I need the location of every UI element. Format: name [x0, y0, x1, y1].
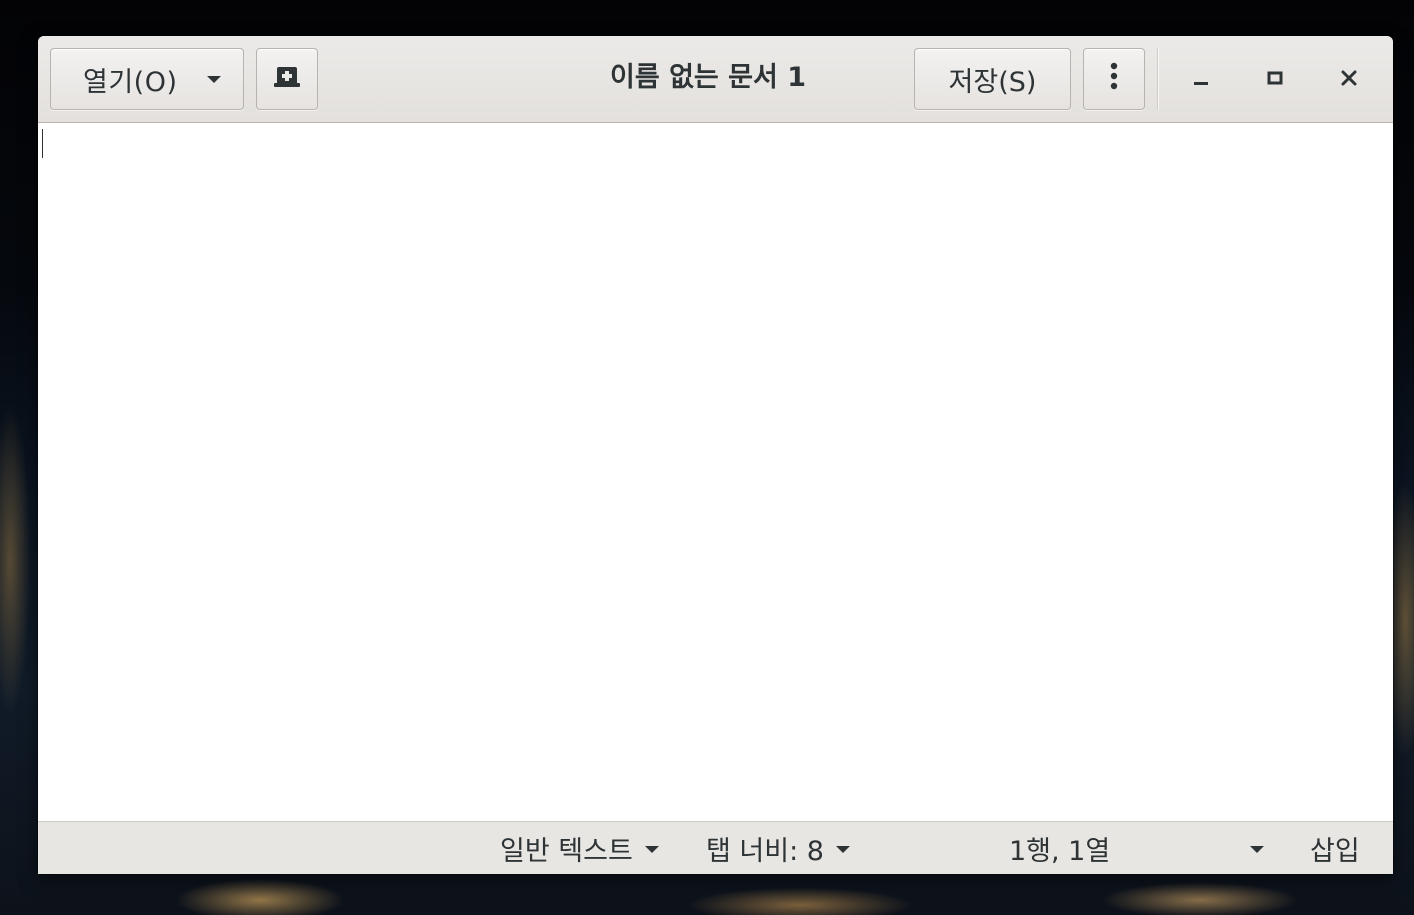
insert-mode-dropdown[interactable]: [1238, 831, 1264, 865]
chevron-down-icon: [207, 76, 221, 83]
new-document-button[interactable]: [256, 48, 318, 110]
language-selector[interactable]: 일반 텍스트: [500, 831, 659, 867]
minimize-button[interactable]: [1181, 60, 1221, 100]
vertical-dots-icon: [1110, 62, 1118, 97]
close-button[interactable]: [1329, 60, 1369, 100]
close-icon: [1340, 69, 1358, 91]
language-label: 일반 텍스트: [500, 835, 633, 867]
status-bar: 일반 텍스트 탭 너비: 8 1행, 1열 삽입: [38, 821, 1393, 874]
open-button[interactable]: 열기(O): [50, 48, 244, 110]
save-button[interactable]: 저장(S): [914, 48, 1071, 110]
minimize-icon: [1193, 70, 1209, 90]
window-title: 이름 없는 문서 1: [609, 62, 807, 93]
text-cursor: [42, 129, 43, 158]
maximize-button[interactable]: [1255, 60, 1295, 100]
insert-mode-label: 삽입: [1310, 835, 1360, 867]
chevron-down-icon: [644, 845, 659, 853]
chevron-down-icon: [835, 845, 850, 853]
tab-width-selector[interactable]: 탭 너비: 8: [706, 831, 850, 867]
open-button-label: 열기(O): [83, 66, 178, 98]
save-button-label: 저장(S): [948, 66, 1037, 98]
text-editor-area[interactable]: [38, 123, 1393, 821]
menu-button[interactable]: [1083, 48, 1145, 110]
header-separator: [1157, 48, 1158, 110]
cursor-position-button[interactable]: 1행, 1열: [1009, 831, 1111, 867]
text-editor-window: 열기(O) 이름 없는 문서 1 저장(S) 일반 텍스트 탭 너비: 8 1행…: [38, 36, 1393, 874]
tab-width-label: 탭 너비: 8: [706, 835, 824, 867]
maximize-icon: [1267, 70, 1283, 90]
header-bar: 열기(O) 이름 없는 문서 1 저장(S): [38, 36, 1393, 123]
cursor-position-label: 1행, 1열: [1009, 835, 1111, 867]
new-tab-icon: [274, 64, 300, 95]
chevron-down-icon: [1250, 845, 1264, 853]
